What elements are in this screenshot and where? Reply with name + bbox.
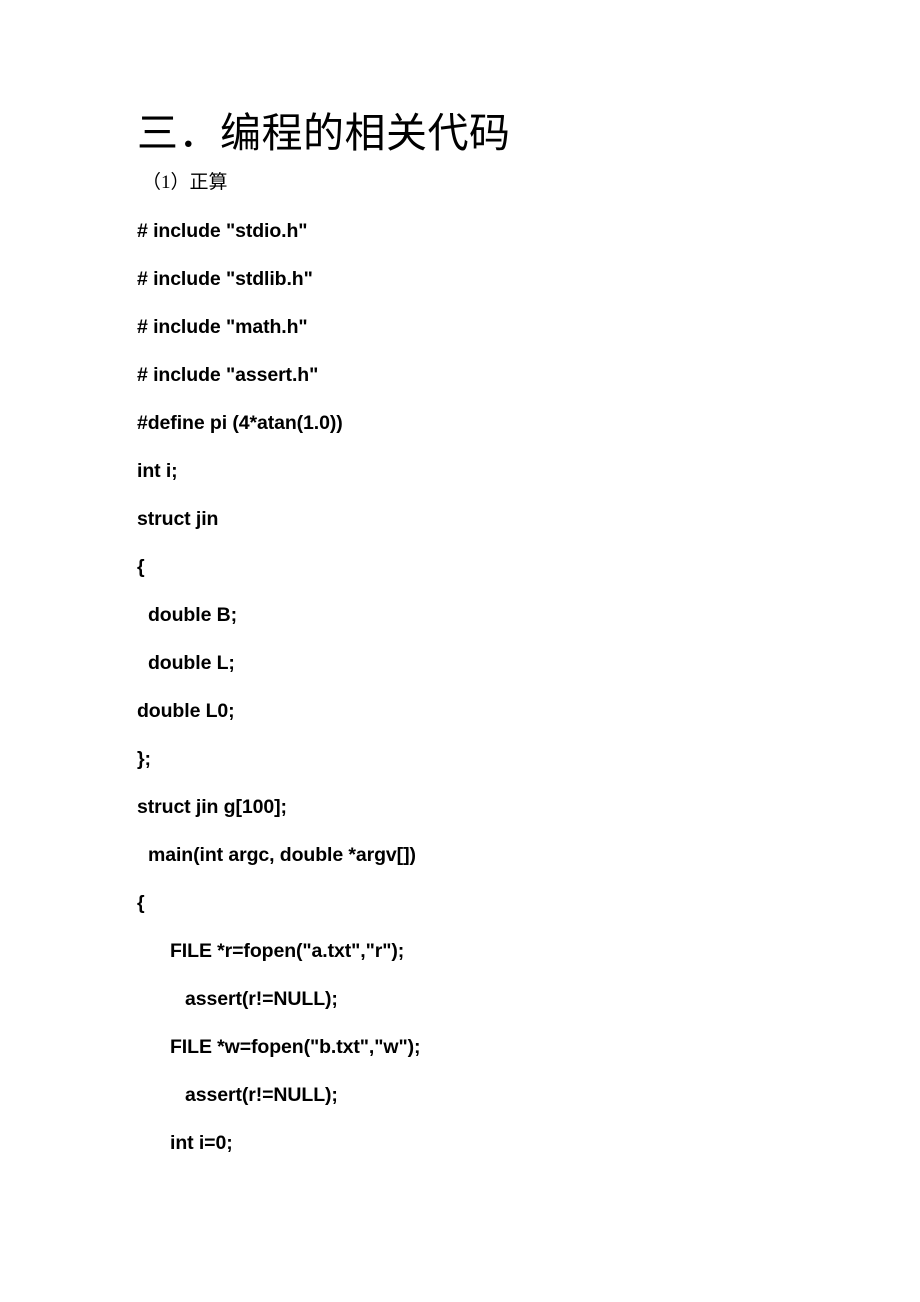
- code-line: double B;: [148, 604, 238, 626]
- page-title: 三．编程的相关代码: [137, 110, 511, 156]
- code-line: # include "math.h": [137, 316, 308, 338]
- code-block: # include "stdio.h" # include "stdlib.h" #…: [137, 207, 837, 1167]
- code-line: assert(r!=NULL);: [185, 1084, 338, 1106]
- code-line: struct jin g[100];: [137, 796, 287, 818]
- section-subtitle: （1）正算: [142, 172, 228, 193]
- code-line: main(int argc, double *argv[]): [148, 844, 416, 866]
- code-line: # include "stdio.h": [137, 220, 308, 242]
- code-line: double L;: [148, 652, 235, 674]
- code-line: };: [137, 748, 151, 770]
- code-line: #define pi (4*atan(1.0)): [137, 412, 343, 434]
- code-line: int i=0;: [170, 1132, 233, 1154]
- code-line: {: [137, 556, 145, 578]
- document-content: 三．编程的相关代码 （1）正算 # include "stdio.h" # inc…: [137, 104, 837, 1167]
- code-line: struct jin: [137, 508, 219, 530]
- code-line: FILE *w=fopen("b.txt","w");: [170, 1036, 421, 1058]
- code-line: int i;: [137, 460, 178, 482]
- code-line: # include "stdlib.h": [137, 268, 313, 290]
- document-page: 三．编程的相关代码 （1）正算 # include "stdio.h" # inc…: [0, 0, 920, 1302]
- code-line: double L0;: [137, 700, 235, 722]
- code-line: FILE *r=fopen("a.txt","r");: [170, 940, 405, 962]
- code-line: assert(r!=NULL);: [185, 988, 338, 1010]
- code-line: {: [137, 892, 145, 914]
- code-line: # include "assert.h": [137, 364, 319, 386]
